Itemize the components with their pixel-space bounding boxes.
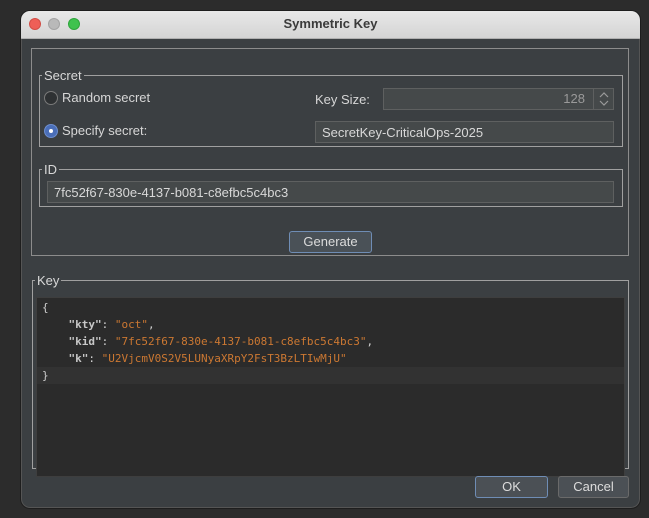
code-line: { (37, 299, 624, 316)
json-comma: , (148, 318, 155, 331)
json-key: "kty" (68, 318, 102, 331)
generate-button[interactable]: Generate (289, 231, 372, 253)
title-bar: Symmetric Key (21, 11, 640, 39)
cancel-button[interactable]: Cancel (558, 476, 629, 498)
key-size-label: Key Size: (315, 92, 370, 107)
secret-legend: Secret (44, 68, 82, 83)
specify-secret-radio[interactable] (44, 123, 58, 138)
key-size-value: 128 (563, 91, 585, 106)
secret-input[interactable] (315, 121, 614, 143)
up-down-chevron-icon (599, 92, 609, 106)
code-line: "kid": "7fc52f67-830e-4137-b081-c8efbc5c… (37, 333, 624, 350)
json-key: "k" (68, 352, 89, 365)
code-line: "kty": "oct", (37, 316, 624, 333)
specify-secret-label: Specify secret: (62, 123, 148, 138)
secret-group: Secret Random secret Key Size: 128 Speci… (39, 69, 623, 147)
json-key: "kid" (68, 335, 102, 348)
key-legend: Key (37, 273, 60, 288)
json-value: "U2VjcmV0S2V5LUNyaXRpY2FsT3BzLTIwMjU" (101, 352, 347, 365)
random-secret-option[interactable]: Random secret (44, 90, 150, 105)
code-line-current: } (37, 367, 624, 384)
secret-panel: Secret Random secret Key Size: 128 Speci… (31, 48, 629, 256)
random-secret-radio[interactable] (44, 90, 58, 105)
id-input[interactable] (47, 181, 614, 203)
json-colon: : (101, 318, 115, 331)
key-size-stepper[interactable] (593, 89, 613, 109)
key-group: Key { "kty": "oct", "kid": "7fc52f67-830… (32, 273, 629, 477)
window-title: Symmetric Key (283, 16, 378, 31)
id-group: ID (39, 163, 623, 207)
json-comma: , (366, 335, 374, 348)
specify-secret-option[interactable]: Specify secret: (44, 123, 147, 138)
key-size-spinner[interactable]: 128 (383, 88, 614, 110)
open-brace: { (42, 301, 49, 314)
close-brace: } (42, 369, 49, 382)
key-json-editor[interactable]: { "kty": "oct", "kid": "7fc52f67-830e-41… (36, 297, 625, 477)
code-line: "k": "U2VjcmV0S2V5LUNyaXRpY2FsT3BzLTIwMj… (37, 350, 624, 367)
json-value: "oct" (114, 318, 148, 331)
json-colon: : (101, 335, 115, 348)
json-value: "7fc52f67-830e-4137-b081-c8efbc5c4bc3" (114, 335, 367, 348)
id-legend: ID (44, 162, 57, 177)
json-colon: : (88, 352, 102, 365)
random-secret-label: Random secret (62, 90, 151, 105)
ok-button[interactable]: OK (475, 476, 548, 498)
symmetric-key-dialog: Symmetric Key Secret Random secret Key S… (20, 10, 641, 509)
